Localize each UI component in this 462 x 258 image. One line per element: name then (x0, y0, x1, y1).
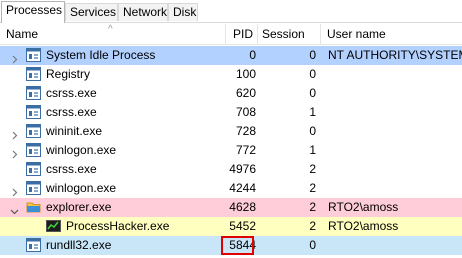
process-name-cell: Registry (0, 65, 226, 84)
process-session-id: 1 (309, 105, 316, 119)
process-user-name (328, 122, 462, 141)
column-header-user[interactable]: User name (321, 24, 462, 44)
process-name: System Idle Process (46, 48, 156, 62)
process-name: winlogon.exe (46, 143, 117, 157)
window-process-icon (26, 238, 41, 252)
process-row[interactable]: csrss.exe 620 0 (0, 84, 462, 103)
process-user-name: RTO2\amoss (328, 200, 399, 214)
process-row[interactable]: System Idle Process 0 0 NT AUTHORITY\SYSTEM (0, 46, 462, 65)
process-user-name (328, 160, 462, 179)
tab-disk[interactable]: Disk (168, 3, 198, 21)
process-name: csrss.exe (46, 86, 97, 100)
window-process-icon (26, 162, 41, 176)
tab-processes[interactable]: Processes (1, 1, 65, 23)
process-session-id: 0 (309, 238, 316, 252)
process-name: explorer.exe (46, 200, 112, 214)
window-process-icon (26, 48, 41, 62)
process-pid: 620 (235, 86, 256, 100)
process-pid: 4976 (229, 162, 256, 176)
process-name-cell: csrss.exe (0, 103, 226, 122)
process-row[interactable]: Registry 100 0 (0, 65, 462, 84)
process-session-id: 0 (309, 48, 316, 62)
process-pid: 772 (235, 143, 256, 157)
window-process-icon (26, 124, 41, 138)
process-name-cell: explorer.exe (0, 198, 226, 217)
process-pid: 5452 (229, 219, 256, 233)
process-session-id: 0 (309, 67, 316, 81)
process-user-name: RTO2\amoss (328, 219, 399, 233)
tab-services[interactable]: Services (65, 3, 118, 21)
process-row[interactable]: winlogon.exe 4244 2 (0, 179, 462, 198)
folder-icon (26, 200, 41, 214)
process-pid: 708 (235, 105, 256, 119)
column-header: Name ^ PID Session ID User name (0, 24, 462, 61)
window-process-icon (26, 105, 41, 119)
process-session-id: 2 (309, 219, 316, 233)
chevron-down-icon[interactable] (10, 203, 19, 215)
sort-indicator-icon: ^ (108, 24, 113, 35)
process-session-id: 1 (309, 143, 316, 157)
process-row[interactable]: winlogon.exe 772 1 (0, 141, 462, 160)
process-row[interactable]: wininit.exe 728 0 (0, 122, 462, 141)
column-header-name[interactable]: Name ^ (0, 24, 226, 44)
process-name-cell: System Idle Process (0, 46, 226, 65)
column-header-session[interactable]: Session ID (258, 24, 321, 61)
process-user-name: NT AUTHORITY\SYSTEM (328, 48, 462, 62)
process-pid: 4628 (229, 200, 256, 214)
process-name: Registry (46, 67, 91, 81)
process-name: csrss.exe (46, 162, 97, 176)
process-row[interactable]: rundll32.exe 5844 0 (0, 236, 462, 255)
window-process-icon (26, 143, 41, 157)
column-name-label: Name (6, 27, 39, 41)
process-user-name (328, 84, 462, 103)
process-user-name (328, 179, 462, 198)
tab-bar: Processes Services Network Disk (0, 0, 462, 23)
chevron-right-icon[interactable] (10, 146, 19, 159)
window-process-icon (26, 86, 41, 100)
process-row[interactable]: csrss.exe 4976 2 (0, 160, 462, 179)
process-name-cell: csrss.exe (0, 84, 226, 103)
process-user-name (328, 141, 462, 160)
process-row[interactable]: ProcessHacker.exe 5452 2 RTO2\amoss (0, 217, 462, 236)
chevron-right-icon[interactable] (10, 51, 19, 64)
chevron-right-icon[interactable] (10, 127, 19, 140)
process-session-id: 0 (309, 124, 316, 138)
process-pid: 0 (249, 48, 256, 62)
process-name-cell: winlogon.exe (0, 141, 226, 160)
process-name: winlogon.exe (46, 181, 117, 195)
chevron-right-icon[interactable] (10, 184, 19, 197)
process-session-id: 0 (309, 86, 316, 100)
window-process-icon (26, 181, 41, 195)
window-process-icon (26, 67, 41, 81)
process-user-name (328, 65, 462, 84)
tab-network[interactable]: Network (118, 3, 168, 21)
process-session-id: 2 (309, 181, 316, 195)
process-name: ProcessHacker.exe (66, 219, 170, 233)
process-name: rundll32.exe (46, 238, 112, 252)
process-session-id: 2 (309, 200, 316, 214)
process-name-cell: rundll32.exe (0, 236, 226, 255)
column-header-pid[interactable]: PID (226, 24, 258, 44)
process-hacker-icon (46, 219, 61, 233)
process-name-cell: csrss.exe (0, 160, 226, 179)
process-name-cell: wininit.exe (0, 122, 226, 141)
process-name-cell: winlogon.exe (0, 179, 226, 198)
process-user-name (328, 103, 462, 122)
process-row[interactable]: csrss.exe 708 1 (0, 103, 462, 122)
process-pid: 728 (235, 124, 256, 138)
process-session-id: 2 (309, 162, 316, 176)
process-pid: 100 (235, 67, 256, 81)
pid-highlight-box (221, 236, 254, 255)
process-pid: 4244 (229, 181, 256, 195)
process-user-name (328, 236, 462, 255)
process-name: wininit.exe (46, 124, 103, 138)
process-name-cell: ProcessHacker.exe (0, 217, 226, 236)
process-name: csrss.exe (46, 105, 97, 119)
process-row[interactable]: explorer.exe 4628 2 RTO2\amoss (0, 198, 462, 217)
process-list: System Idle Process 0 0 NT AUTHORITY\SYSTEM… (0, 46, 462, 255)
